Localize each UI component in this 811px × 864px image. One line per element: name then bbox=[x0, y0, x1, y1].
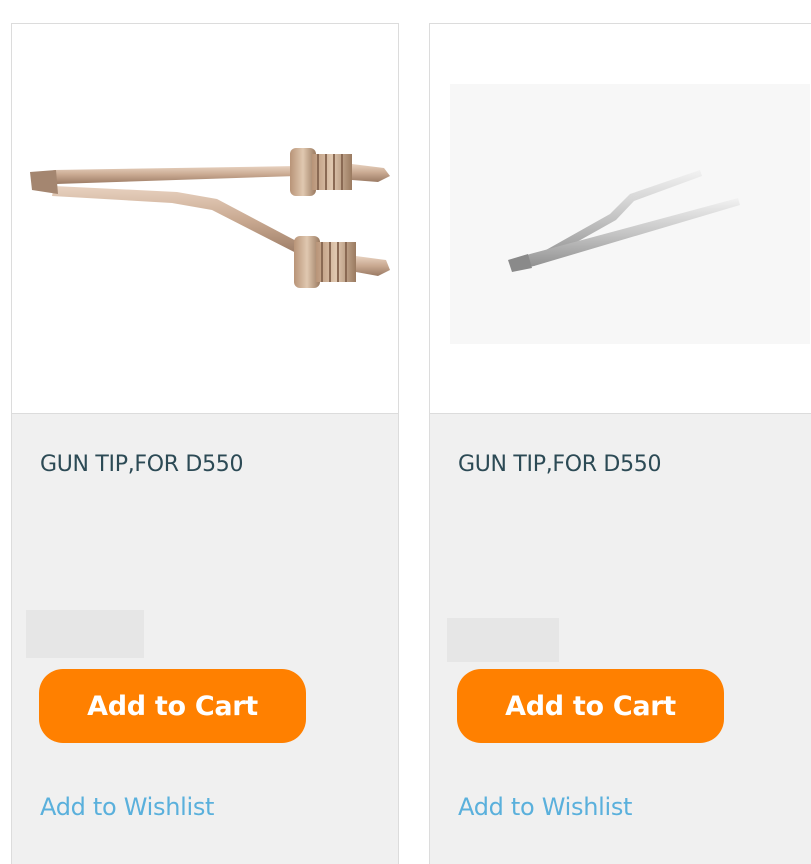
add-to-wishlist-link[interactable]: Add to Wishlist bbox=[40, 793, 214, 821]
price-placeholder bbox=[26, 610, 144, 658]
add-to-cart-button[interactable]: Add to Cart bbox=[457, 669, 724, 743]
product-info: GUN TIP,FOR D550 Add to Cart Add to Wish… bbox=[430, 414, 811, 864]
add-to-cart-button[interactable]: Add to Cart bbox=[39, 669, 306, 743]
product-title[interactable]: GUN TIP,FOR D550 bbox=[458, 452, 661, 477]
solder-gun-tip-image bbox=[430, 24, 811, 413]
product-info: GUN TIP,FOR D550 Add to Cart Add to Wish… bbox=[12, 414, 398, 864]
product-image[interactable] bbox=[430, 24, 811, 414]
product-grid: GUN TIP,FOR D550 Add to Cart Add to Wish… bbox=[0, 0, 811, 864]
product-card: GUN TIP,FOR D550 Add to Cart Add to Wish… bbox=[11, 23, 399, 864]
solder-gun-tip-image bbox=[12, 24, 398, 413]
product-image[interactable] bbox=[12, 24, 398, 414]
product-card: GUN TIP,FOR D550 Add to Cart Add to Wish… bbox=[429, 23, 811, 864]
price-placeholder bbox=[447, 618, 559, 662]
product-title[interactable]: GUN TIP,FOR D550 bbox=[40, 452, 243, 477]
add-to-wishlist-link[interactable]: Add to Wishlist bbox=[458, 793, 632, 821]
